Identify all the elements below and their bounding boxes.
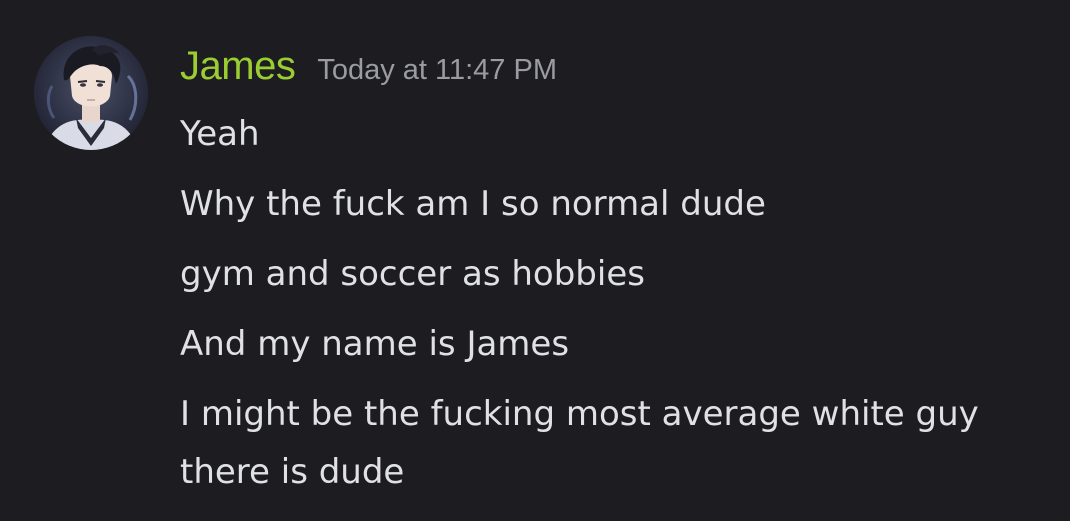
user-avatar[interactable] xyxy=(34,36,148,150)
message-list: Yeah Why the fuck am I so normal dude gy… xyxy=(180,105,1050,513)
message-line: Why the fuck am I so normal dude xyxy=(180,184,766,224)
username[interactable]: James xyxy=(180,44,296,89)
avatar-image xyxy=(34,36,148,150)
timestamp: Today at 11:47 PM xyxy=(317,54,557,86)
message-line: And my name is James xyxy=(180,324,570,364)
message-line: gym and soccer as hobbies xyxy=(180,254,645,294)
message-line: I might be the fucking most average whit… xyxy=(180,394,979,492)
message-group: James Today at 11:47 PM Yeah Why the fuc… xyxy=(0,0,1070,521)
message-header: James Today at 11:47 PM xyxy=(180,44,557,100)
message-line: Yeah xyxy=(180,114,260,154)
